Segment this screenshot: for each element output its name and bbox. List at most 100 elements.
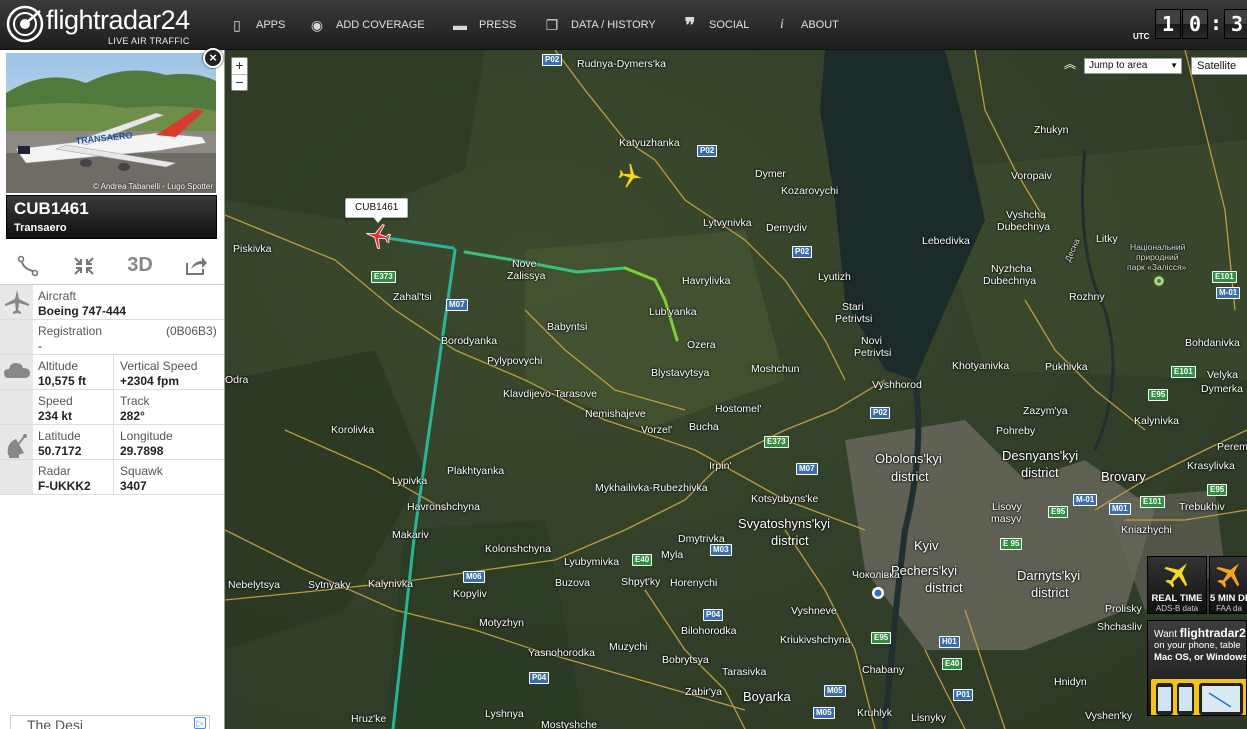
clock-minutes: 3 — [1224, 9, 1247, 39]
nav-add-coverage[interactable]: ◉ ADD COVERAGE — [308, 14, 425, 36]
location-marker-icon[interactable] — [871, 586, 885, 600]
top-bar: flightradar24 LIVE AIR TRAFFIC ▯ APPS ◉ … — [0, 0, 1247, 50]
chat-bubble-icon: ▬ — [453, 17, 467, 33]
radar-cell: Radar F-UKKK2 — [38, 464, 91, 493]
jump-to-area-label: Jump to area — [1089, 60, 1148, 71]
road-shield: M-01 — [1073, 494, 1098, 506]
app-promo-want: Want — [1154, 629, 1177, 640]
photo-credit: © Andrea Tabanelli - Lugo Spotter — [92, 182, 213, 191]
flight-callout[interactable]: CUB1461 — [345, 198, 409, 223]
road-shield: M-01 — [1216, 287, 1241, 299]
radar-logo-icon — [6, 5, 44, 43]
zoom-in-button[interactable]: + — [232, 58, 247, 74]
registration-cell: Registration - — [38, 324, 102, 353]
clock-colon: : — [1209, 11, 1223, 35]
registration-value: - — [38, 339, 42, 353]
row-divider — [113, 390, 114, 425]
clock-hours-ones: 0 — [1182, 9, 1208, 39]
app-promo-brand: flightradar24 — [1179, 626, 1247, 640]
route-button[interactable] — [0, 247, 56, 284]
app-promo-line-2: Mac OS, or Windows — [1154, 652, 1247, 663]
close-panel-button[interactable]: × — [203, 48, 223, 68]
road-shield: M06 — [463, 571, 485, 583]
speed-row: Speed 234 kt Track 282° — [0, 390, 224, 425]
track-value: 282° — [120, 409, 145, 423]
faa-data-promo[interactable]: 5 MIN DE FAA da — [1209, 556, 1247, 614]
radar-label: Radar — [38, 464, 71, 478]
flightradar24-app: flightradar24 LIVE AIR TRAFFIC ▯ APPS ◉ … — [0, 0, 1247, 729]
logo-tagline: LIVE AIR TRAFFIC — [108, 36, 190, 46]
app-promo-banner[interactable]: Want flightradar24 on your phone, table … — [1147, 620, 1247, 716]
radar-value: F-UKKK2 — [38, 479, 91, 493]
road-shield: E 95 — [1000, 538, 1023, 550]
altitude-row: Altitude 10,575 ft Vertical Speed +2304 … — [0, 355, 224, 390]
utc-clock: 1 0 : 3 — [1155, 9, 1247, 39]
map-view[interactable]: + − ︽ Jump to area ▼ Satellite Rudnya-Dy… — [225, 50, 1247, 729]
aircraft-photo[interactable]: TRANSAERO © Andrea Tabanelli - Lugo Spot… — [6, 53, 216, 193]
nav-add-coverage-label: ADD COVERAGE — [336, 19, 425, 31]
flight-airline: Transaero — [14, 222, 67, 234]
aircraft-icon[interactable] — [618, 163, 644, 189]
airplane-icon — [1164, 563, 1188, 588]
road-shield: M05 — [824, 685, 846, 697]
selected-aircraft-icon[interactable] — [365, 223, 391, 249]
registration-row: Registration - (0B06B3) — [0, 320, 224, 355]
advertisement[interactable]: The Desi ▷ — [10, 715, 210, 729]
nav-apps[interactable]: ▯ APPS — [228, 14, 285, 36]
latitude-label: Latitude — [38, 429, 81, 443]
road-shield: E95 — [871, 632, 892, 644]
nav-social[interactable]: ❞ SOCIAL — [681, 14, 750, 37]
share-icon — [186, 256, 207, 275]
road-shield: M07 — [796, 463, 818, 475]
nav-about[interactable]: i ABOUT — [773, 14, 839, 36]
latitude-cell: Latitude 50.7172 — [38, 429, 81, 458]
center-button[interactable] — [56, 247, 112, 284]
nav-data-history-label: DATA / HISTORY — [571, 19, 656, 31]
double-chevron-up-icon: ︽ — [1063, 57, 1076, 71]
mode-s-code: (0B06B3) — [166, 324, 217, 338]
road-shield: E95 — [1048, 506, 1069, 518]
map-type-button[interactable]: Satellite — [1191, 57, 1247, 75]
logo[interactable]: flightradar24 LIVE AIR TRAFFIC — [6, 3, 196, 47]
latitude-value: 50.7172 — [38, 444, 82, 458]
ad-choices-icon[interactable]: ▷ — [194, 717, 206, 729]
registration-label: Registration — [38, 324, 103, 338]
position-row: Latitude 50.7172 Longitude 29.7898 — [0, 425, 224, 460]
aircraft-label: Aircraft — [38, 289, 77, 303]
aircraft-photo-image: TRANSAERO — [6, 53, 216, 193]
promo-title: REAL TIME — [1151, 593, 1203, 604]
road-shield: P04 — [529, 672, 550, 684]
vertical-speed-cell: Vertical Speed +2304 fpm — [120, 359, 197, 388]
road-shield: E101 — [1171, 366, 1196, 378]
zoom-out-button[interactable]: − — [232, 74, 247, 90]
share-button[interactable] — [168, 247, 224, 284]
road-shield: E95 — [1148, 389, 1169, 401]
longitude-cell: Longitude 29.7898 — [120, 429, 173, 458]
flight-info-panel: TRANSAERO © Andrea Tabanelli - Lugo Spot… — [0, 48, 225, 729]
nav-data-history[interactable]: ❒ DATA / HISTORY — [543, 14, 656, 36]
row-divider — [113, 355, 114, 390]
aircraft-cell: Aircraft Boeing 747-444 — [38, 289, 126, 318]
radar-row: Radar F-UKKK2 Squawk 3407 — [0, 460, 224, 495]
devices-image — [1151, 679, 1246, 715]
speed-value: 234 kt — [38, 409, 73, 423]
logo-wordmark: flightradar24 — [46, 5, 190, 35]
flight-callsign: CUB1461 — [14, 199, 89, 218]
road-shield: E101 — [1140, 496, 1165, 508]
road-shield: P02 — [542, 54, 563, 66]
jump-to-area-select[interactable]: Jump to area ▼ — [1084, 58, 1182, 74]
app-promo-headline: Want flightradar24 — [1154, 626, 1246, 640]
collapse-controls-button[interactable]: ︽ — [1063, 57, 1077, 73]
app-promo-line-1: on your phone, table — [1154, 640, 1241, 651]
real-time-promo[interactable]: REAL TIME ADS-B data — [1147, 556, 1207, 614]
nav-press[interactable]: ▬ PRESS — [451, 14, 516, 36]
track-cell: Track 282° — [120, 394, 150, 423]
vertical-speed-label: Vertical Speed — [120, 359, 198, 373]
road-shield: P02 — [792, 246, 813, 258]
road-shield: P02 — [870, 407, 891, 419]
promo-subtitle: FAA da — [1216, 604, 1242, 613]
road-shield: M03 — [710, 544, 732, 556]
airplane-icon — [1216, 563, 1240, 588]
speed-label: Speed — [38, 394, 73, 408]
3d-view-button[interactable]: 3D — [112, 247, 168, 284]
